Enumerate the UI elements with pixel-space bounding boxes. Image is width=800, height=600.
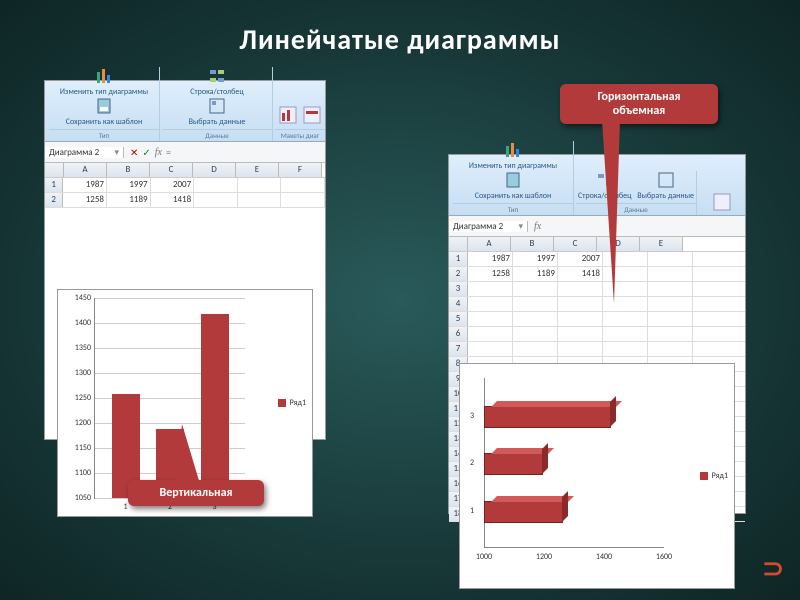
sheet-grid[interactable]: ABCDEF 1198719972007 2125811891418 10501… <box>45 163 325 208</box>
name-box[interactable]: Диаграмма 2▾ <box>45 147 124 158</box>
save-template-button[interactable]: Сохранить как шаблон <box>475 171 551 201</box>
name-box-row: Диаграмма 2▾ fx <box>449 216 745 237</box>
chart-legend: Ряд1 <box>700 471 728 481</box>
plot-area: 1000120014001600123 <box>484 378 664 548</box>
layout-1-button[interactable] <box>279 106 297 126</box>
save-template-button[interactable]: Сохранить как шаблон <box>66 97 142 127</box>
horizontal-3d-bar-chart[interactable]: 1000120014001600123 Ряд1 <box>459 363 735 589</box>
next-slide-icon[interactable]: ⊃ <box>762 552 784 584</box>
excel-panel-vertical: Изменить тип диаграммы Сохранить как шаб… <box>44 80 326 440</box>
change-type-button[interactable]: Изменить тип диаграммы <box>469 141 557 171</box>
callout-vertical: Вертикальная <box>128 480 264 506</box>
slide-title: Линейчатые диаграммы <box>0 0 800 57</box>
select-data-button[interactable]: Выбрать данные <box>189 97 246 127</box>
formula-bar[interactable]: ✕✓fx= <box>124 146 325 159</box>
callout-horizontal-3d: Горизонтальная объемная <box>560 84 718 124</box>
ribbon: Изменить тип диаграммы Сохранить как шаб… <box>449 155 745 216</box>
select-data-button[interactable]: Выбрать данные <box>637 171 694 201</box>
layout-button[interactable] <box>713 193 731 213</box>
name-box-row: Диаграмма 2▾ ✕✓fx= <box>45 142 325 163</box>
name-box[interactable]: Диаграмма 2▾ <box>449 221 528 232</box>
switch-row-col-button[interactable]: Строка/столбец <box>190 67 243 97</box>
formula-bar[interactable]: fx <box>528 221 745 232</box>
plot-area: 105011001150120012501300135014001450123 <box>94 298 245 499</box>
ribbon: Изменить тип диаграммы Сохранить как шаб… <box>45 81 325 142</box>
layout-2-button[interactable] <box>303 106 321 126</box>
excel-panel-horizontal: Изменить тип диаграммы Сохранить как шаб… <box>448 154 746 514</box>
sheet-grid[interactable]: ABCDE 1198719972007 2125811891418 3 4567… <box>449 237 745 522</box>
change-type-button[interactable]: Изменить тип диаграммы <box>60 67 148 97</box>
chart-legend: Ряд1 <box>278 398 306 408</box>
